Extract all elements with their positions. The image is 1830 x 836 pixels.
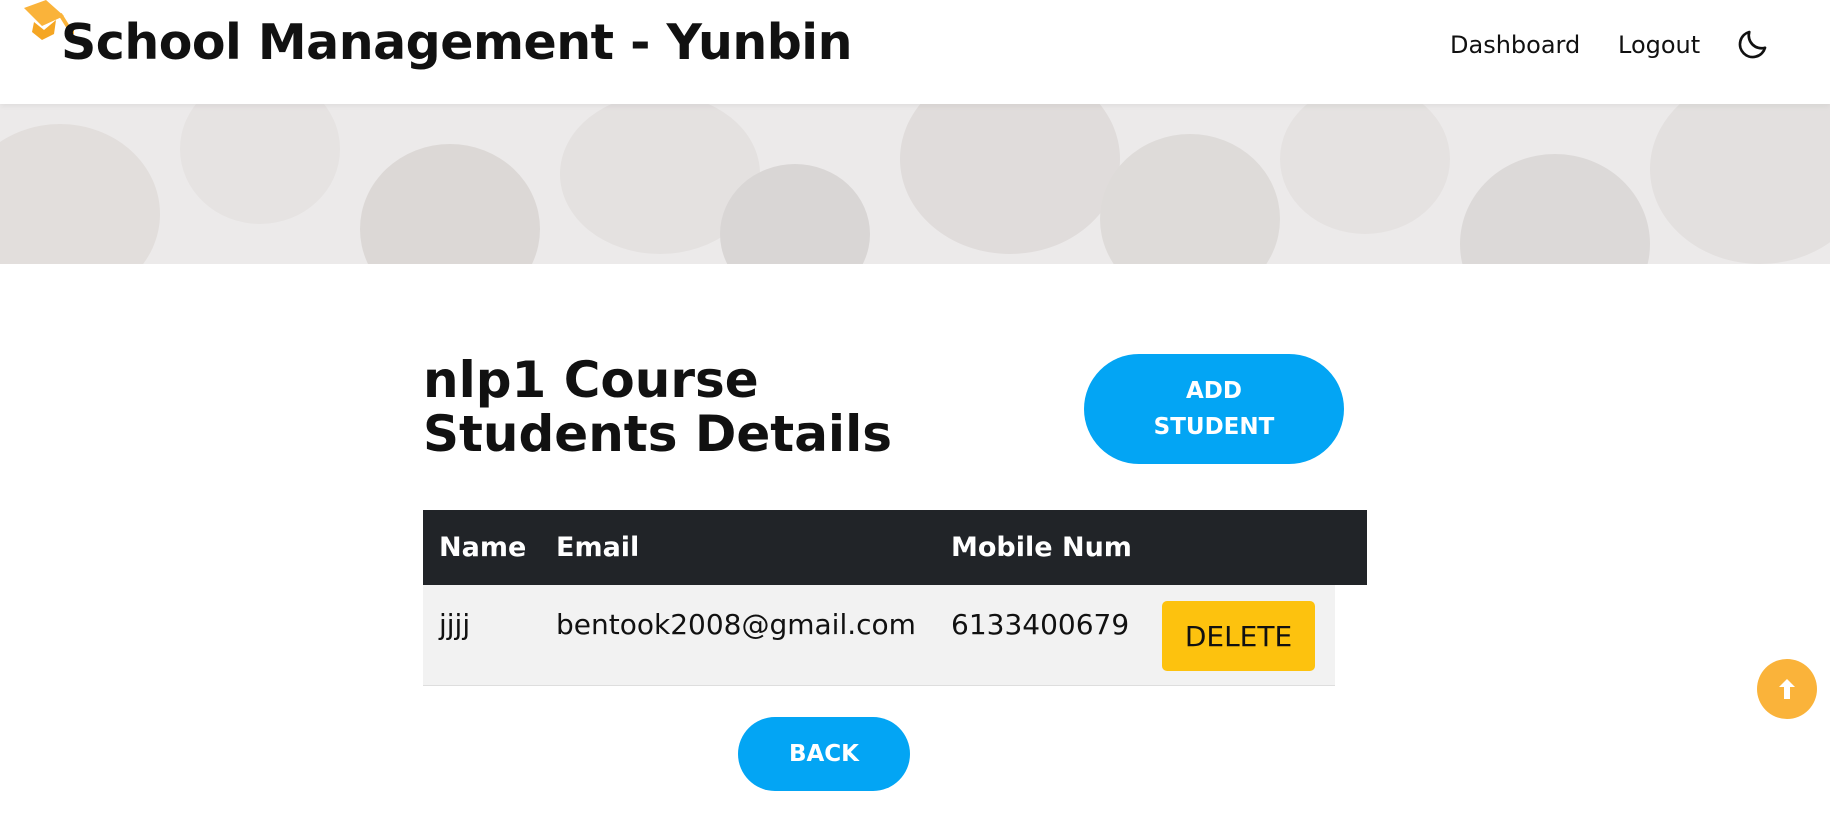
column-header-name: Name: [439, 532, 527, 563]
back-button[interactable]: BACK: [738, 717, 910, 791]
delete-student-button[interactable]: DELETE: [1162, 601, 1315, 671]
table-header: Name Email Mobile Num: [423, 510, 1367, 585]
student-name-cell: jjjj: [439, 608, 471, 641]
arrow-up-icon: [1779, 679, 1795, 699]
top-navbar: School Management - Yunbin Dashboard Log…: [0, 0, 1830, 104]
page-title: nlp1 Course Students Details: [423, 351, 892, 463]
hero-banner-image: [0, 104, 1830, 264]
nav-dashboard-link[interactable]: Dashboard: [1450, 31, 1580, 59]
column-header-mobile: Mobile Num: [951, 532, 1132, 563]
site-title[interactable]: School Management - Yunbin: [61, 14, 852, 71]
table-row: jjjj bentook2008@gmail.com 6133400679 DE…: [423, 585, 1335, 686]
scroll-to-top-button[interactable]: [1757, 659, 1817, 719]
add-student-button[interactable]: ADD STUDENT: [1084, 354, 1344, 464]
nav-logout-link[interactable]: Logout: [1618, 31, 1700, 59]
column-header-email: Email: [556, 532, 640, 563]
student-email-cell: bentook2008@gmail.com: [556, 608, 916, 641]
moon-icon[interactable]: [1735, 26, 1771, 62]
student-mobile-cell: 6133400679: [951, 608, 1130, 641]
